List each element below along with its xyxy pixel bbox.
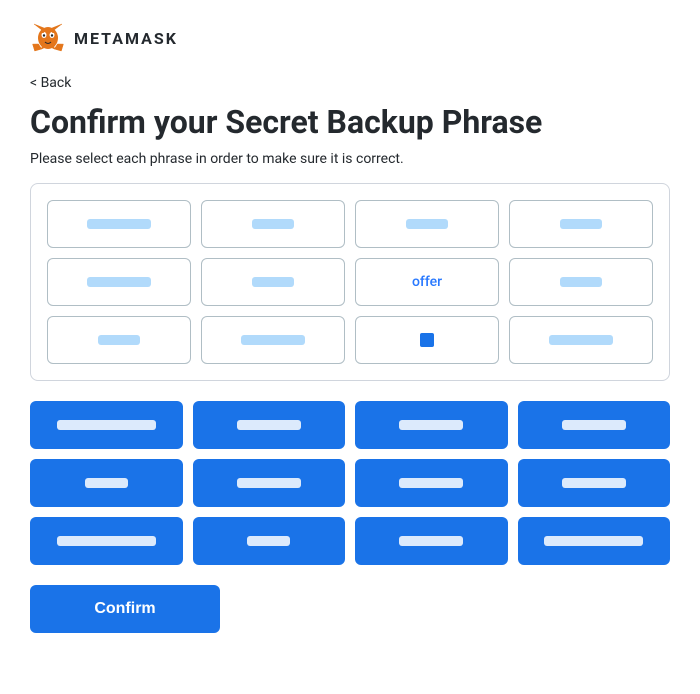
word-option-3[interactable] (355, 401, 508, 449)
word-blur-8 (560, 277, 603, 287)
phrase-slot-7: offer (355, 258, 499, 306)
word-option-blur-1 (57, 420, 156, 430)
phrase-square-11 (420, 333, 434, 347)
back-button[interactable]: < Back (30, 75, 71, 91)
phrase-slot-6 (201, 258, 345, 306)
phrase-slot-5 (47, 258, 191, 306)
phrase-slot-12 (509, 316, 653, 364)
phrase-slot-4 (509, 200, 653, 248)
word-option-blur-10 (247, 536, 290, 546)
word-option-8[interactable] (518, 459, 671, 507)
word-option-blur-7 (399, 478, 463, 488)
word-option-blur-6 (237, 478, 301, 488)
phrase-grid: offer (47, 200, 653, 364)
confirm-button[interactable]: Confirm (30, 585, 220, 633)
phrase-slot-9 (47, 316, 191, 364)
word-blur-12 (549, 335, 613, 345)
word-option-blur-3 (399, 420, 463, 430)
phrase-slot-3 (355, 200, 499, 248)
phrase-slot-10 (201, 316, 345, 364)
word-blur-9 (98, 335, 141, 345)
word-blur-4 (560, 219, 603, 229)
word-option-blur-8 (562, 478, 626, 488)
word-blur-1 (87, 219, 151, 229)
word-blur-5 (87, 277, 151, 287)
app-header: METAMASK (30, 20, 670, 56)
phrase-slot-2 (201, 200, 345, 248)
word-option-7[interactable] (355, 459, 508, 507)
phrase-slot-11 (355, 316, 499, 364)
metamask-logo-icon (30, 20, 66, 56)
word-option-blur-4 (562, 420, 626, 430)
word-option-blur-12 (544, 536, 643, 546)
word-blur-2 (252, 219, 295, 229)
word-blur-3 (406, 219, 449, 229)
word-option-4[interactable] (518, 401, 671, 449)
page-subtitle: Please select each phrase in order to ma… (30, 151, 670, 167)
options-grid (30, 401, 670, 565)
word-option-blur-9 (57, 536, 156, 546)
word-option-blur-2 (237, 420, 301, 430)
phrase-confirmation-box: offer (30, 183, 670, 381)
phrase-word-7: offer (412, 274, 442, 290)
app-logo-text: METAMASK (74, 29, 178, 48)
word-blur-10 (241, 335, 305, 345)
word-options-section (30, 401, 670, 565)
word-option-9[interactable] (30, 517, 183, 565)
phrase-slot-8 (509, 258, 653, 306)
word-option-11[interactable] (355, 517, 508, 565)
phrase-slot-1 (47, 200, 191, 248)
page-title: Confirm your Secret Backup Phrase (30, 103, 670, 141)
word-option-blur-11 (399, 536, 463, 546)
word-option-12[interactable] (518, 517, 671, 565)
word-option-2[interactable] (193, 401, 346, 449)
word-option-1[interactable] (30, 401, 183, 449)
word-option-5[interactable] (30, 459, 183, 507)
word-option-blur-5 (85, 478, 128, 488)
word-blur-6 (252, 277, 295, 287)
word-option-6[interactable] (193, 459, 346, 507)
word-option-10[interactable] (193, 517, 346, 565)
